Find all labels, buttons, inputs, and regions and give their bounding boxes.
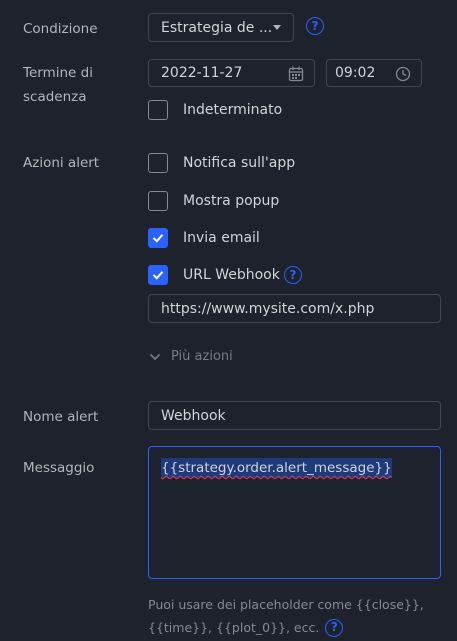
expiry-date-input[interactable]: 2022-11-27 <box>148 59 315 87</box>
message-label: Messaggio <box>23 460 95 476</box>
more-actions-label: Più azioni <box>171 349 233 364</box>
webhook-help-icon[interactable]: ? <box>284 266 302 284</box>
expiry-label-line1: Termine di <box>23 65 93 81</box>
app-notification-checkbox[interactable] <box>148 153 168 173</box>
alert-name-input[interactable]: Webhook <box>148 401 441 430</box>
send-email-checkbox[interactable] <box>148 228 168 248</box>
more-actions-toggle[interactable]: Più azioni <box>148 347 233 367</box>
indefinite-label: Indeterminato <box>183 102 283 118</box>
condition-select[interactable]: Estrategia de ... <box>148 13 294 42</box>
webhook-url-checkbox[interactable] <box>148 265 168 285</box>
chevron-down-icon <box>149 353 161 361</box>
expiry-time-value: 09:02 <box>335 65 376 81</box>
message-hint-line2-row: {{time}}, {{plot_0}}, ecc. ? <box>148 616 424 639</box>
webhook-url-value: https://www.mysite.com/x.php <box>161 300 375 317</box>
message-hint: Puoi usare dei placeholder come {{close}… <box>148 593 424 639</box>
alert-name-value: Webhook <box>161 407 226 424</box>
expiry-date-value: 2022-11-27 <box>161 65 243 81</box>
clock-icon <box>395 66 411 82</box>
webhook-url-label: URL Webhook <box>183 267 280 283</box>
expiry-time-input[interactable]: 09:02 <box>326 59 422 87</box>
message-help-icon[interactable]: ? <box>325 618 344 637</box>
condition-select-value: Estrategia de ... <box>161 19 273 36</box>
show-popup-label: Mostra popup <box>183 193 280 209</box>
message-hint-line1: Puoi usare dei placeholder come {{close}… <box>148 597 424 612</box>
webhook-url-input[interactable]: https://www.mysite.com/x.php <box>148 294 441 323</box>
show-popup-checkbox[interactable] <box>148 191 168 211</box>
calendar-icon <box>288 66 304 82</box>
message-textarea[interactable]: {{strategy.order.alert_message}} <box>148 446 441 579</box>
message-text: {{strategy.order.alert_message}} <box>161 458 392 478</box>
alert-name-label: Nome alert <box>23 409 99 425</box>
actions-label: Azioni alert <box>23 155 100 171</box>
expiry-label-line2: scadenza <box>23 89 87 105</box>
chevron-down-icon <box>273 25 281 30</box>
checkmark-icon <box>152 234 164 243</box>
condition-help-icon[interactable]: ? <box>306 17 324 35</box>
condition-label: Condizione <box>23 21 98 37</box>
indefinite-checkbox[interactable] <box>148 100 168 120</box>
message-hint-line2: {{time}}, {{plot_0}}, ecc. <box>148 620 320 635</box>
checkmark-icon <box>152 271 164 280</box>
app-notification-label: Notifica sull'app <box>183 155 296 171</box>
send-email-label: Invia email <box>183 230 260 246</box>
